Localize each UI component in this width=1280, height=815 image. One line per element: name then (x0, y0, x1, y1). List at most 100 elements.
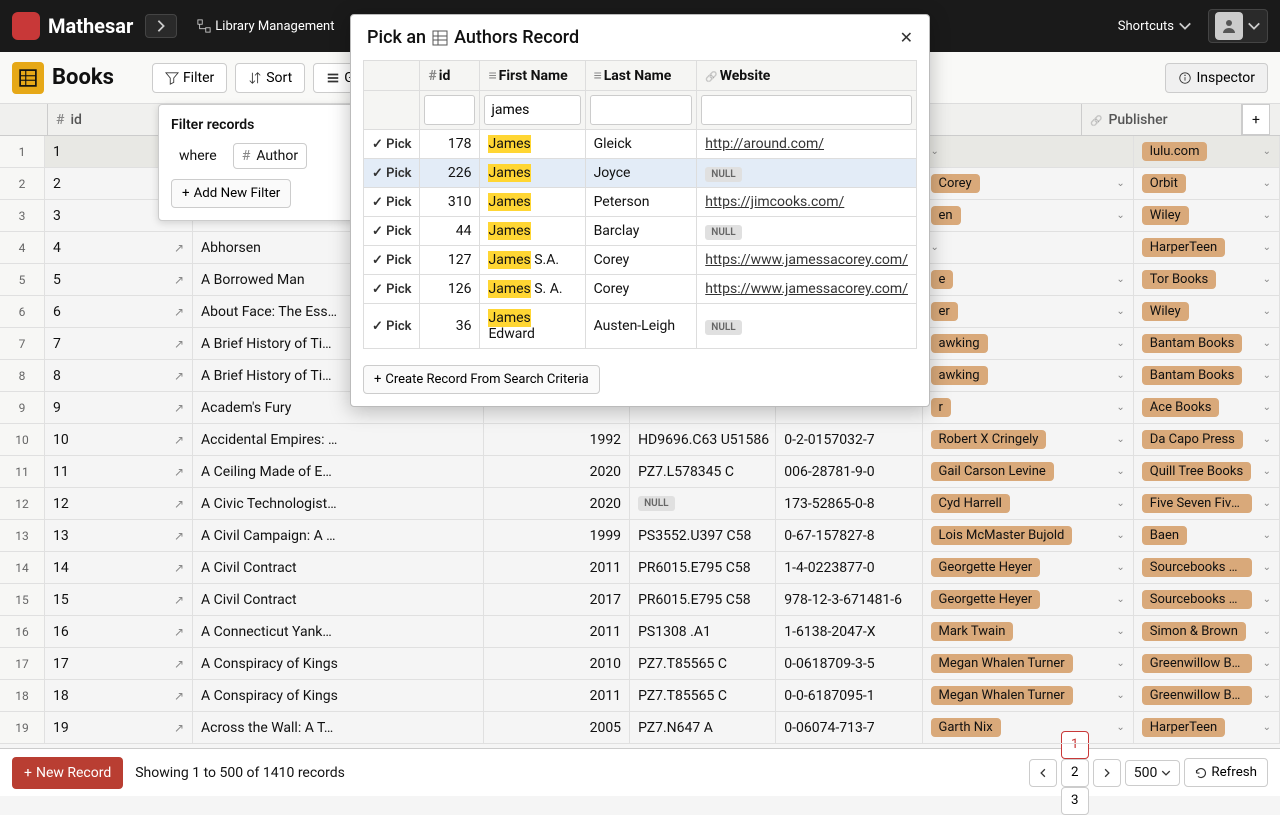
table-row[interactable]: 1515↗A Civil Contract2017PR6015.E795 C58… (0, 584, 1280, 616)
isbn-cell[interactable]: 0-2-0157032-7 (776, 424, 922, 455)
isbn-cell[interactable]: 006-28781-9-0 (776, 456, 922, 487)
title-cell[interactable]: Across the Wall: A T… (193, 712, 484, 743)
pick-button[interactable]: ✓ Pick (372, 253, 411, 268)
chevron-down-icon[interactable]: ⌄ (1263, 338, 1271, 349)
author-cell[interactable]: Lois McMaster Bujold⌄ (923, 520, 1134, 551)
callno-cell[interactable]: HD9696.C63 U51586 (630, 424, 776, 455)
id-cell[interactable]: 11↗ (45, 456, 193, 487)
chevron-down-icon[interactable]: ⌄ (1263, 402, 1271, 413)
callno-cell[interactable]: PR6015.E795 C58 (630, 584, 776, 615)
author-cell[interactable]: Cyd Harrell⌄ (923, 488, 1134, 519)
open-record-icon[interactable]: ↗ (174, 721, 184, 735)
page-button-2[interactable]: 2 (1061, 759, 1089, 787)
db-nav-button[interactable] (145, 14, 177, 38)
title-cell[interactable]: A Connecticut Yank… (193, 616, 484, 647)
open-record-icon[interactable]: ↗ (174, 241, 184, 255)
publisher-cell[interactable]: HarperTeen⌄ (1134, 232, 1280, 263)
open-record-icon[interactable]: ↗ (174, 689, 184, 703)
callno-cell[interactable]: 2010 (484, 648, 630, 679)
title-cell[interactable]: Accidental Empires: … (193, 424, 484, 455)
callno-cell[interactable]: PZ7.N647 A (630, 712, 776, 743)
chevron-down-icon[interactable]: ⌄ (1116, 306, 1124, 317)
publisher-cell[interactable]: Sourcebooks C…⌄ (1134, 552, 1280, 583)
callno-cell[interactable]: PS3552.U397 C58 (630, 520, 776, 551)
chevron-down-icon[interactable]: ⌄ (1116, 178, 1124, 189)
sort-button[interactable]: Sort (235, 63, 305, 93)
isbn-cell[interactable]: 1-4-0223877-0 (776, 552, 922, 583)
id-cell[interactable]: 4↗ (45, 232, 193, 263)
chevron-down-icon[interactable]: ⌄ (1116, 658, 1124, 669)
chevron-down-icon[interactable]: ⌄ (1116, 210, 1124, 221)
search-website-input[interactable] (701, 95, 912, 125)
author-cell[interactable]: er⌄ (923, 296, 1134, 327)
publisher-cell[interactable]: Wiley⌄ (1134, 200, 1280, 231)
callno-cell[interactable]: 2011 (484, 680, 630, 711)
title-cell[interactable]: A Civil Contract (193, 552, 484, 583)
chevron-down-icon[interactable]: ⌄ (1263, 434, 1271, 445)
search-firstname-input[interactable] (484, 95, 580, 125)
add-filter-button[interactable]: + Add New Filter (171, 179, 291, 208)
modal-result-row[interactable]: ✓ Pick126James S. A.Coreyhttps://www.jam… (364, 275, 917, 304)
chevron-down-icon[interactable]: ⌄ (1263, 146, 1271, 157)
chevron-down-icon[interactable]: ⌄ (1116, 594, 1124, 605)
page-size-select[interactable]: 500 (1125, 760, 1181, 786)
chevron-down-icon[interactable]: ⌄ (1263, 594, 1271, 605)
title-cell[interactable]: A Civic Technologist… (193, 488, 484, 519)
author-cell[interactable]: Mark Twain⌄ (923, 616, 1134, 647)
open-record-icon[interactable]: ↗ (174, 657, 184, 671)
table-row[interactable]: 1818↗A Conspiracy of Kings2011PZ7.T85565… (0, 680, 1280, 712)
publisher-cell[interactable]: Five Seven Five…⌄ (1134, 488, 1280, 519)
id-cell[interactable]: 5↗ (45, 264, 193, 295)
author-cell[interactable]: Megan Whalen Turner⌄ (923, 680, 1134, 711)
isbn-cell[interactable]: 173-52865-0-8 (776, 488, 922, 519)
id-cell[interactable]: 19↗ (45, 712, 193, 743)
chevron-down-icon[interactable]: ⌄ (1116, 370, 1124, 381)
chevron-down-icon[interactable]: ⌄ (1263, 722, 1271, 733)
modal-result-row[interactable]: ✓ Pick36James EdwardAusten-LeighNULL (364, 304, 917, 349)
search-lastname-input[interactable] (590, 95, 693, 125)
title-cell[interactable]: A Ceiling Made of E… (193, 456, 484, 487)
id-cell[interactable]: 7↗ (45, 328, 193, 359)
open-record-icon[interactable]: ↗ (174, 401, 184, 415)
author-cell[interactable]: r⌄ (923, 392, 1134, 423)
callno-cell[interactable]: 2005 (484, 712, 630, 743)
callno-cell[interactable]: 2020 (484, 488, 630, 519)
table-row[interactable]: 1313↗A Civil Campaign: A …1999PS3552.U39… (0, 520, 1280, 552)
open-record-icon[interactable]: ↗ (174, 305, 184, 319)
search-id-input[interactable] (424, 95, 475, 125)
open-record-icon[interactable]: ↗ (174, 561, 184, 575)
publisher-cell[interactable]: Bantam Books⌄ (1134, 328, 1280, 359)
author-cell[interactable]: ⌄ (923, 232, 1134, 263)
callno-cell[interactable]: 1992 (484, 424, 630, 455)
modal-result-row[interactable]: ✓ Pick127James S.A.Coreyhttps://www.jame… (364, 246, 917, 275)
publisher-column-header[interactable]: Publisher (1082, 104, 1242, 135)
publisher-cell[interactable]: Wiley⌄ (1134, 296, 1280, 327)
chevron-down-icon[interactable]: ⌄ (1116, 722, 1124, 733)
author-cell[interactable]: Robert X Cringely⌄ (923, 424, 1134, 455)
chevron-down-icon[interactable]: ⌄ (1116, 690, 1124, 701)
table-row[interactable]: 1414↗A Civil Contract2011PR6015.E795 C58… (0, 552, 1280, 584)
id-cell[interactable]: 18↗ (45, 680, 193, 711)
chevron-down-icon[interactable]: ⌄ (1116, 338, 1124, 349)
database-button[interactable]: Library Management (189, 15, 342, 38)
publisher-cell[interactable]: Simon & Brown⌄ (1134, 616, 1280, 647)
callno-cell[interactable]: 1999 (484, 520, 630, 551)
author-cell[interactable]: Garth Nix⌄ (923, 712, 1134, 743)
page-button-3[interactable]: 3 (1061, 787, 1089, 815)
callno-cell[interactable]: 2017 (484, 584, 630, 615)
callno-cell[interactable]: PZ7.L578345 C (630, 456, 776, 487)
chevron-down-icon[interactable]: ⌄ (1263, 178, 1271, 189)
title-cell[interactable]: A Civil Campaign: A … (193, 520, 484, 551)
isbn-cell[interactable]: 0-06074-713-7 (776, 712, 922, 743)
id-cell[interactable]: 9↗ (45, 392, 193, 423)
table-row[interactable]: 1616↗A Connecticut Yank…2011PS1308 .A11-… (0, 616, 1280, 648)
modal-result-row[interactable]: ✓ Pick178JamesGleickhttp://around.com/ (364, 130, 917, 159)
publisher-cell[interactable]: Greenwillow Bo…⌄ (1134, 680, 1280, 711)
pick-button[interactable]: ✓ Pick (372, 195, 411, 210)
modal-col-last[interactable]: Last Name (585, 61, 697, 91)
website-link[interactable]: https://jimcooks.com/ (705, 194, 844, 210)
callno-cell[interactable]: 2020 (484, 456, 630, 487)
chevron-down-icon[interactable]: ⌄ (931, 242, 939, 253)
chevron-down-icon[interactable]: ⌄ (1263, 498, 1271, 509)
isbn-cell[interactable]: 978-12-3-671481-6 (776, 584, 922, 615)
